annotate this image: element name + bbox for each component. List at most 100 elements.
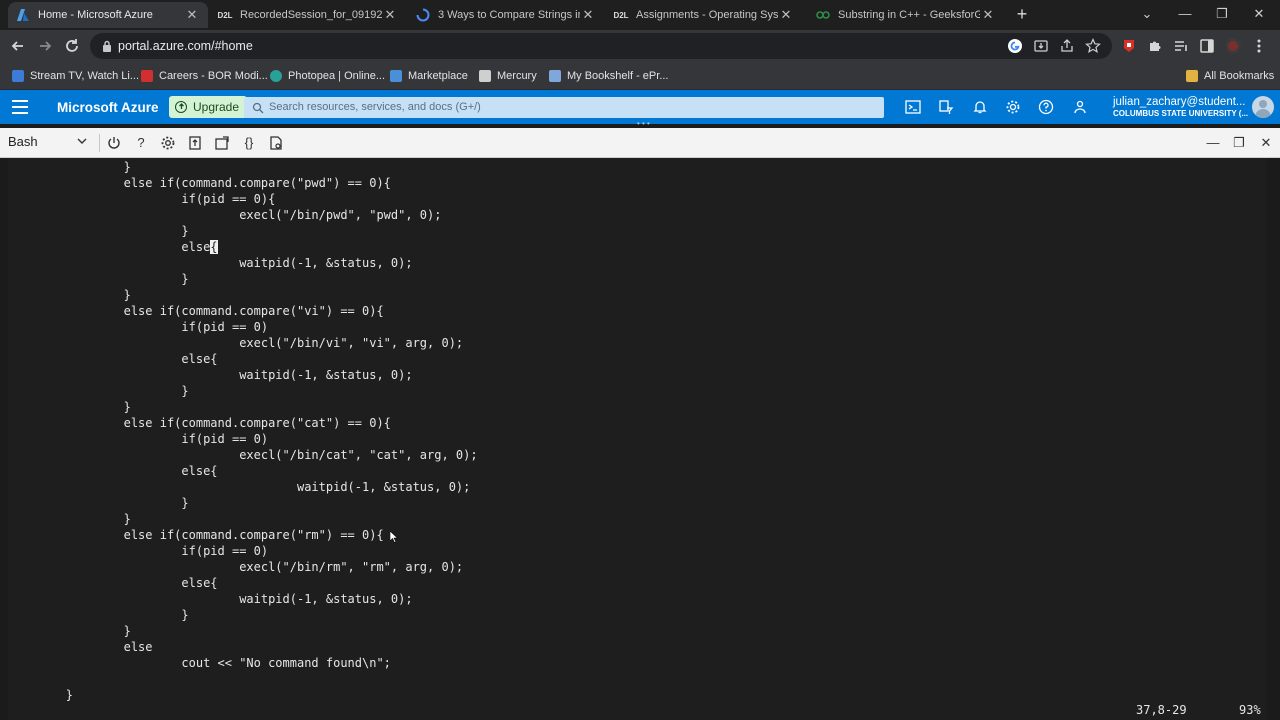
profile-avatar-icon[interactable] — [1224, 37, 1242, 55]
shell-type-value: Bash — [8, 134, 38, 149]
code-line: else{ — [8, 576, 218, 590]
close-window-button[interactable]: ✕ — [1244, 4, 1274, 24]
help-icon[interactable]: ? — [133, 135, 149, 151]
install-app-icon[interactable] — [1033, 38, 1049, 54]
google-icon[interactable] — [1007, 38, 1023, 54]
tab-title: RecordedSession_for_091923_To — [240, 9, 382, 21]
code-line: if(pid == 0) — [8, 544, 269, 558]
upgrade-button[interactable]: Upgrade — [169, 96, 248, 118]
code-line: execl("/bin/rm", "rm", arg, 0); — [8, 560, 464, 574]
open-new-session-icon[interactable] — [214, 135, 230, 151]
restore-shell-button[interactable]: ❐ — [1231, 135, 1247, 151]
bookmark-item[interactable]: Photopea | Online... — [270, 68, 385, 84]
bookmark-favicon-icon — [12, 70, 24, 82]
feedback-icon[interactable] — [1072, 99, 1088, 115]
address-bar[interactable]: portal.azure.com/#home — [90, 33, 1112, 59]
bookmark-label: Mercury — [497, 70, 537, 82]
cursor-position: 37,8-29 — [1136, 703, 1187, 717]
vim-editor-buffer[interactable]: } else if(command.compare("pwd") == 0){ … — [8, 159, 478, 703]
arrow-up-circle-icon — [175, 101, 187, 113]
power-restart-icon[interactable] — [106, 135, 122, 151]
user-avatar-icon[interactable] — [1252, 96, 1274, 118]
terminal-viewport[interactable]: } else if(command.compare("pwd") == 0){ … — [8, 158, 1266, 720]
settings-icon[interactable] — [160, 135, 176, 151]
terminal-scrollbar[interactable] — [1266, 158, 1280, 720]
media-queue-icon[interactable] — [1172, 37, 1190, 55]
tab-title: 3 Ways to Compare Strings in C — [438, 9, 580, 21]
back-arrow-icon[interactable] — [8, 36, 28, 56]
tab-assignments[interactable]: D2L Assignments - Operating System ✕ — [606, 2, 802, 28]
new-tab-button[interactable]: + — [1012, 4, 1032, 24]
tab-azure-home[interactable]: Home - Microsoft Azure ✕ — [8, 2, 208, 28]
cloud-shell-icon[interactable] — [905, 99, 921, 115]
code-line: waitpid(-1, &status, 0); — [8, 256, 413, 270]
upload-download-icon[interactable] — [187, 135, 203, 151]
close-icon[interactable]: ✕ — [778, 7, 794, 23]
bookmark-item[interactable]: Marketplace — [390, 68, 468, 84]
extension-red-icon[interactable] — [1120, 37, 1138, 55]
azure-brand[interactable]: Microsoft Azure — [57, 100, 159, 115]
side-panel-icon[interactable] — [1198, 37, 1216, 55]
close-icon[interactable]: ✕ — [980, 7, 996, 23]
bookmark-item[interactable]: Stream TV, Watch Li... — [12, 68, 139, 84]
bookmark-star-icon[interactable] — [1085, 38, 1101, 54]
tab-title: Substring in C++ - GeeksforGee — [838, 9, 980, 21]
resize-handle[interactable]: • • • — [637, 120, 653, 128]
close-icon[interactable]: ✕ — [184, 7, 200, 23]
code-line: else if(command.compare("vi") == 0){ — [8, 304, 384, 318]
code-line: execl("/bin/vi", "vi", arg, 0); — [8, 336, 464, 350]
tab-recorded-session[interactable]: D2L RecordedSession_for_091923_To ✕ — [210, 2, 406, 28]
code-line: execl("/bin/cat", "cat", arg, 0); — [8, 448, 478, 462]
tab-search-button[interactable]: ⌄ — [1132, 4, 1162, 24]
code-line: } — [8, 224, 189, 238]
more-menu-icon[interactable] — [1250, 37, 1268, 55]
d2l-icon: D2L — [613, 10, 629, 20]
account-info[interactable]: julian_zachary@student... COLUMBUS STATE… — [1113, 96, 1248, 118]
d2l-icon: D2L — [217, 10, 233, 20]
azure-search-input[interactable]: Search resources, services, and docs (G+… — [244, 97, 884, 118]
upgrade-label: Upgrade — [193, 100, 240, 114]
notifications-bell-icon[interactable] — [972, 99, 988, 115]
tab-substring-geeksforgeeks[interactable]: Substring in C++ - GeeksforGee ✕ — [808, 2, 1004, 28]
minimize-shell-button[interactable]: — — [1205, 135, 1221, 151]
bookmark-item[interactable]: Careers - BOR Modi... — [141, 68, 268, 84]
code-line: } — [8, 512, 131, 526]
browser-tab-strip: Home - Microsoft Azure ✕ D2L RecordedSes… — [0, 0, 1280, 30]
account-email: julian_zachary@student... — [1113, 96, 1246, 108]
hamburger-menu-icon[interactable] — [12, 100, 28, 114]
settings-gear-icon[interactable] — [1005, 99, 1021, 115]
search-icon — [252, 101, 264, 114]
url-text: portal.azure.com/#home — [118, 39, 253, 53]
tab-title: Assignments - Operating System — [636, 9, 778, 21]
text-cursor: { — [210, 240, 218, 254]
all-bookmarks-folder[interactable]: All Bookmarks — [1186, 68, 1274, 84]
tab-title: Home - Microsoft Azure — [38, 9, 153, 21]
reload-icon[interactable] — [62, 36, 82, 56]
editor-braces-icon[interactable]: {} — [241, 135, 257, 151]
code-line: } — [8, 384, 189, 398]
shell-type-select[interactable]: Bash — [8, 134, 90, 152]
forward-arrow-icon[interactable] — [35, 36, 55, 56]
help-question-icon[interactable] — [1038, 99, 1054, 115]
code-line: else if(command.compare("cat") == 0){ — [8, 416, 391, 430]
close-icon[interactable]: ✕ — [580, 7, 596, 23]
bookmark-item[interactable]: Mercury — [479, 68, 537, 84]
bookmark-favicon-icon — [479, 70, 491, 82]
puzzle-extensions-icon[interactable] — [1146, 37, 1164, 55]
code-line: } — [8, 272, 189, 286]
directory-filter-icon[interactable] — [938, 99, 954, 115]
close-shell-button[interactable]: ✕ — [1258, 135, 1274, 151]
terminal-pane[interactable]: } else if(command.compare("pwd") == 0){ … — [0, 158, 1280, 720]
code-line: else — [8, 640, 153, 654]
bookmark-item[interactable]: My Bookshelf - ePr... — [549, 68, 668, 84]
code-line: else{ — [8, 464, 218, 478]
web-preview-icon[interactable] — [268, 135, 284, 151]
maximize-window-button[interactable]: ❐ — [1207, 4, 1237, 24]
close-icon[interactable]: ✕ — [382, 7, 398, 23]
code-line: } — [8, 160, 131, 174]
bookmark-label: Careers - BOR Modi... — [159, 70, 268, 82]
code-line: execl("/bin/pwd", "pwd", 0); — [8, 208, 442, 222]
share-icon[interactable] — [1059, 38, 1075, 54]
tab-compare-strings[interactable]: 3 Ways to Compare Strings in C ✕ — [408, 2, 604, 28]
minimize-window-button[interactable]: — — [1170, 4, 1200, 24]
